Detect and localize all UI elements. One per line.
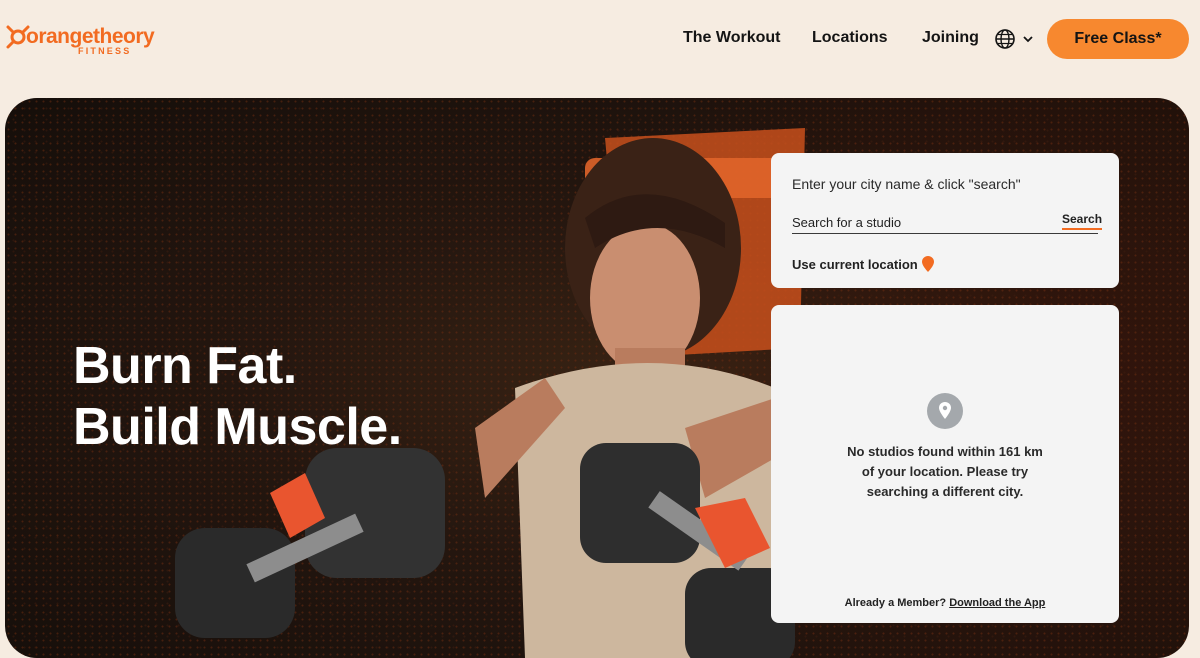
nav-locations[interactable]: Locations [812,29,888,47]
site-header: orangetheory FITNESS The Workout Locatio… [0,0,1200,80]
hero-headline-line-1: Burn Fat. [73,337,297,395]
orangetheory-logo[interactable]: orangetheory FITNESS [4,20,155,60]
free-class-button[interactable]: Free Class* [1047,19,1189,59]
use-current-location-link[interactable]: Use current location [792,256,934,272]
logo-subtitle: FITNESS [78,46,132,56]
location-pin-icon [921,256,934,272]
map-pin-glyph-icon [939,402,951,419]
search-button[interactable]: Search [1062,212,1103,230]
studio-results-panel: No studios found within 161 km of your l… [771,305,1119,623]
nav-joining[interactable]: Joining [922,29,979,47]
search-input-underline [792,233,1098,234]
language-selector[interactable] [994,28,1036,50]
studio-search-input[interactable] [792,212,1057,232]
studio-search-panel: Enter your city name & click "search" Se… [771,153,1119,288]
nav-the-workout[interactable]: The Workout [683,29,780,47]
no-studios-message: No studios found within 161 km of your l… [847,444,1043,499]
chevron-down-icon [1023,36,1033,43]
search-instructions: Enter your city name & click "search" [792,176,1021,192]
hero-headline: Burn Fat. Build Muscle. [73,336,402,458]
globe-icon [995,29,1015,49]
use-current-location-label: Use current location [792,256,918,272]
member-prompt: Already a Member? Download the App [771,597,1119,609]
hero-headline-line-2: Build Muscle. [73,398,402,456]
download-app-link[interactable]: Download the App [949,597,1045,609]
map-pin-icon [927,393,963,429]
member-prompt-text: Already a Member? [844,597,947,609]
